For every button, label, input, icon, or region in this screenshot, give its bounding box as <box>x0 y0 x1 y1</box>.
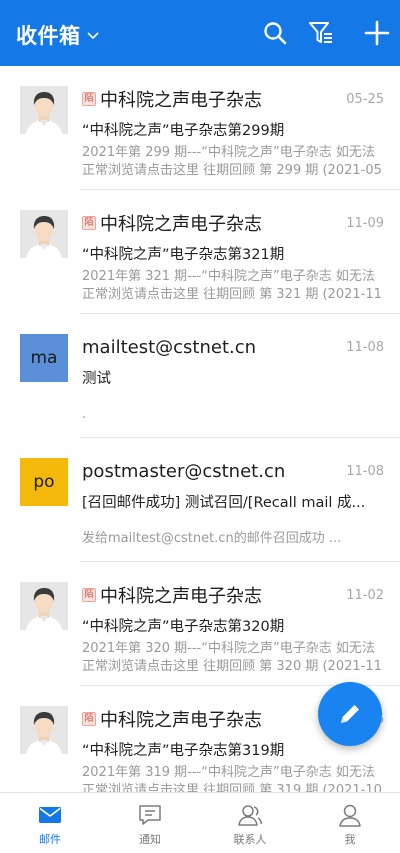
email-date: 11-08 <box>346 339 384 355</box>
chevron-down-icon <box>86 32 99 40</box>
sender-name: postmaster@cstnet.cn <box>82 460 286 482</box>
bottom-navigation: 邮件 通知 联系人 我 <box>0 792 400 853</box>
avatar <box>20 582 68 630</box>
sender-name: 中科院之声电子杂志 <box>100 90 262 111</box>
nav-label-notice: 通知 <box>139 833 161 846</box>
email-preview: 2021年第 299 期---“中科院之声”电子杂志 如无法正常浏览请点击这里 … <box>82 145 382 178</box>
email-subject: “中科院之声”电子杂志第320期 <box>82 619 285 635</box>
stranger-badge: 陌 <box>82 712 96 726</box>
nav-label-contacts: 联系人 <box>233 833 267 846</box>
email-subject: [召回邮件成功] 测试召回/[Recall mail 成... <box>82 495 366 511</box>
email-list-item[interactable]: 陌 中科院之声电子杂志 11-09 “中科院之声”电子杂志第321期 2021年… <box>0 190 400 314</box>
person-avatar-icon <box>20 210 68 258</box>
avatar-initials: ma <box>30 348 58 368</box>
sender-name: mailtest@cstnet.cn <box>82 336 257 358</box>
sender-name: 中科院之声电子杂志 <box>100 214 262 235</box>
mail-icon <box>39 807 61 823</box>
person-avatar-icon <box>20 86 68 134</box>
nav-tab-notice[interactable]: 通知 <box>100 793 200 853</box>
email-preview: 2021年第 319 期---“中科院之声”电子杂志 如无法正常浏览请点击这里 … <box>82 765 382 792</box>
email-subject: “中科院之声”电子杂志第321期 <box>82 247 285 263</box>
sender-name: 中科院之声电子杂志 <box>100 710 262 731</box>
email-preview: . <box>82 407 87 422</box>
contacts-icon <box>238 805 263 826</box>
avatar: ma <box>20 334 68 382</box>
email-list-item[interactable]: po postmaster@cstnet.cn 11-08 [召回邮件成功] 测… <box>0 438 400 562</box>
avatar <box>20 210 68 258</box>
compose-plus-icon[interactable] <box>364 20 390 46</box>
email-date: 11-08 <box>346 463 384 479</box>
top-app-bar: 收件箱 <box>0 0 400 66</box>
avatar <box>20 86 68 134</box>
email-list-item[interactable]: 陌 中科院之声电子杂志 11-02 “中科院之声”电子杂志第320期 2021年… <box>0 562 400 686</box>
person-avatar-icon <box>20 706 68 754</box>
email-preview: 发给mailtest@cstnet.cn的邮件召回成功 ... <box>82 531 342 546</box>
avatar-initials: po <box>33 472 55 492</box>
avatar <box>20 706 68 754</box>
pencil-icon <box>341 705 359 723</box>
sender-name: 中科院之声电子杂志 <box>100 586 262 607</box>
email-preview: 2021年第 321 期---“中科院之声”电子杂志 如无法正常浏览请点击这里 … <box>82 269 382 302</box>
email-list-item[interactable]: 陌 中科院之声电子杂志 05-25 “中科院之声”电子杂志第299期 2021年… <box>0 66 400 190</box>
stranger-badge: 陌 <box>82 92 96 106</box>
compose-fab-button[interactable] <box>318 682 382 746</box>
nav-tab-mail[interactable]: 邮件 <box>0 793 100 853</box>
nav-label-mail: 邮件 <box>39 833 61 846</box>
profile-icon <box>339 804 361 827</box>
folder-title: 收件箱 <box>16 24 81 48</box>
nav-tab-profile[interactable]: 我 <box>300 793 400 853</box>
email-date: 11-02 <box>346 587 384 603</box>
search-icon[interactable] <box>262 20 288 46</box>
person-avatar-icon <box>20 582 68 630</box>
folder-selector[interactable]: 收件箱 <box>16 20 99 50</box>
notice-icon <box>139 805 161 825</box>
email-date: 05-25 <box>346 91 384 107</box>
email-date: 11-09 <box>346 215 384 231</box>
filter-icon[interactable] <box>308 20 334 46</box>
email-subject: “中科院之声”电子杂志第299期 <box>82 123 285 139</box>
email-subject: 测试 <box>82 371 111 387</box>
avatar: po <box>20 458 68 506</box>
stranger-badge: 陌 <box>82 216 96 230</box>
stranger-badge: 陌 <box>82 588 96 602</box>
nav-tab-contacts[interactable]: 联系人 <box>200 793 300 853</box>
email-preview: 2021年第 320 期---“中科院之声”电子杂志 如无法正常浏览请点击这里 … <box>82 641 382 674</box>
email-list-item[interactable]: ma mailtest@cstnet.cn 11-08 测试 . <box>0 314 400 438</box>
nav-label-profile: 我 <box>344 833 356 846</box>
